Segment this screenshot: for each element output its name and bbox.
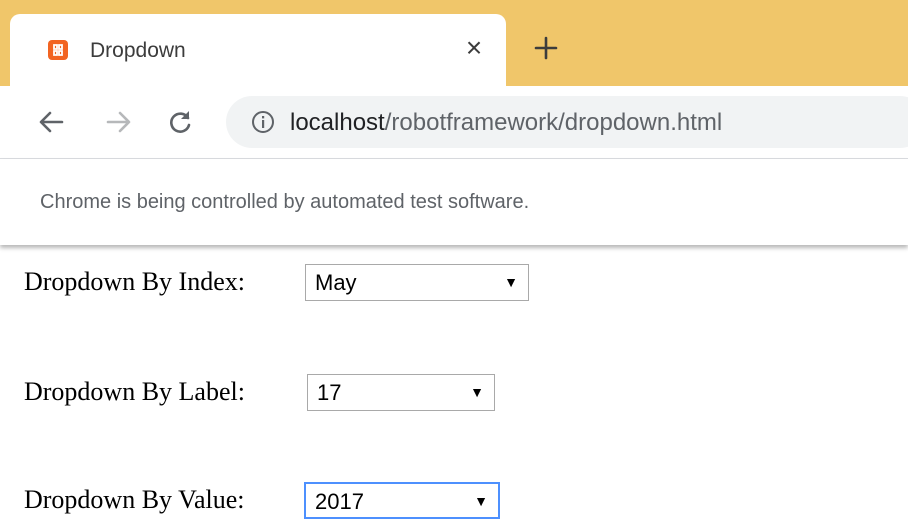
chevron-down-icon: ▼ [504, 274, 518, 290]
address-bar[interactable]: localhost/robotframework/dropdown.html [226, 96, 908, 148]
dropdown-label-select[interactable]: 17 ▼ [307, 374, 495, 411]
dropdown-value-value: 2017 [315, 489, 364, 514]
url-host: localhost [290, 109, 385, 136]
arrow-left-icon[interactable] [34, 104, 70, 140]
url-path: /robotframework/dropdown.html [384, 109, 723, 136]
dropdown-value-select[interactable]: 2017 ▼ [304, 482, 500, 519]
url-text[interactable]: localhost/robotframework/dropdown.html [290, 109, 722, 137]
browser-tab-strip: Dropdown × [0, 0, 908, 86]
xampp-icon [48, 40, 68, 60]
dropdown-index-select[interactable]: May ▼ [305, 264, 529, 301]
page-content: Dropdown By Index: May ▼ Dropdown By Lab… [0, 245, 908, 530]
arrow-right-icon[interactable] [100, 104, 136, 140]
tab-title: Dropdown [90, 39, 186, 62]
dropdown-label-label: Dropdown By Label: [24, 377, 245, 406]
close-icon[interactable]: × [458, 32, 490, 64]
dropdown-index-label: Dropdown By Index: [24, 267, 245, 296]
chevron-down-icon: ▼ [474, 493, 488, 509]
chevron-down-icon: ▼ [470, 384, 484, 400]
info-icon[interactable] [250, 109, 276, 135]
infobar-text: Chrome is being controlled by automated … [40, 191, 530, 213]
tab-dropdown[interactable]: Dropdown × [10, 14, 506, 86]
dropdown-label-value: 17 [317, 380, 342, 405]
dropdown-value-label: Dropdown By Value: [24, 485, 245, 514]
plus-icon[interactable] [528, 30, 564, 66]
browser-toolbar: localhost/robotframework/dropdown.html [0, 86, 908, 159]
reload-icon[interactable] [162, 104, 198, 140]
dropdown-index-value: May [315, 270, 357, 295]
automation-infobar: Chrome is being controlled by automated … [0, 159, 908, 245]
